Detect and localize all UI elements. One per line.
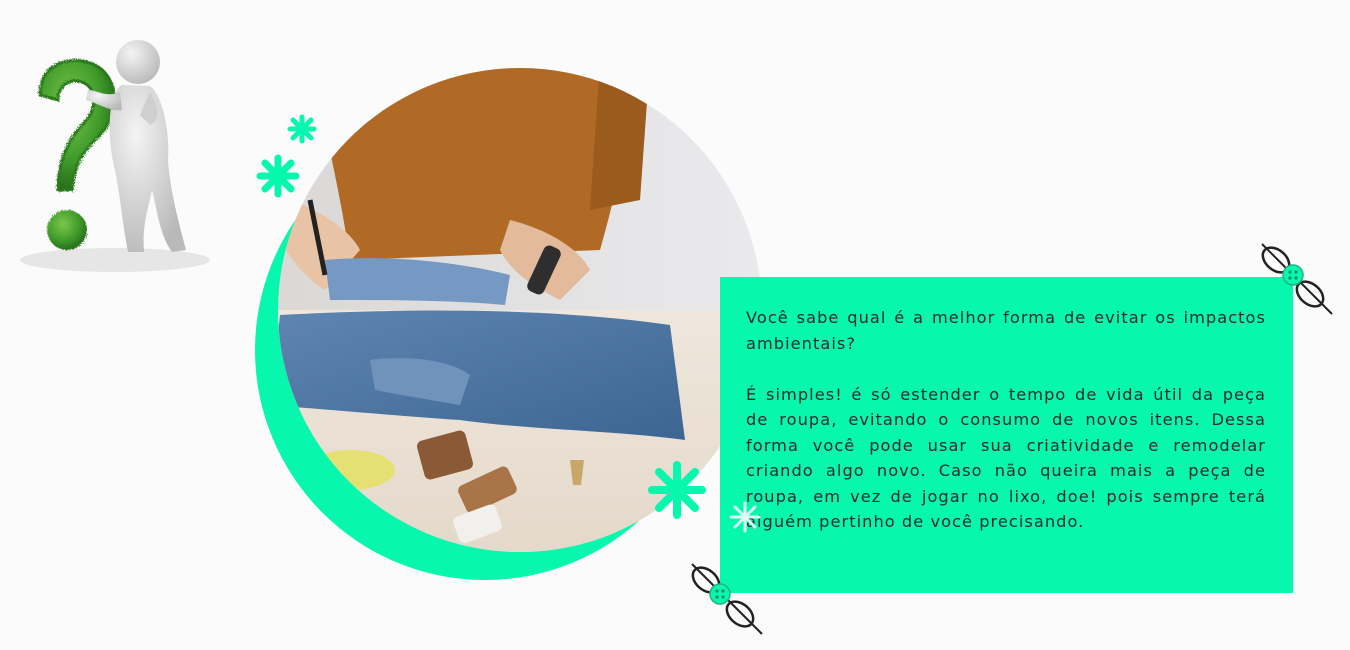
photo-area: [255, 68, 762, 580]
question-mark-figure-illustration: [20, 40, 210, 272]
sparkle-icon: [648, 461, 706, 519]
card-question: Você sabe qual é a melhor forma de evita…: [746, 308, 1266, 353]
sparkle-icon: [287, 114, 317, 144]
card-answer: É simples! é só estender o tempo de vida…: [746, 384, 1266, 532]
sparkle-icon: [256, 154, 300, 198]
info-card: Você sabe qual é a melhor forma de evita…: [720, 277, 1293, 593]
